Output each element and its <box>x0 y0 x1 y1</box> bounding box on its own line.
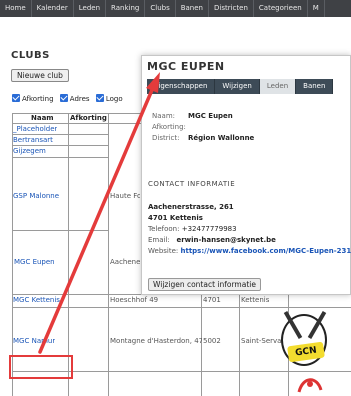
checkbox-icon[interactable] <box>95 94 104 102</box>
club-logo-partial <box>297 378 323 393</box>
highlight-box <box>9 355 73 379</box>
club-address: Aachener <box>110 258 140 266</box>
filter-label: Afkorting <box>22 95 54 103</box>
tab-wijzigen[interactable]: Wijzigen <box>215 79 260 94</box>
filter-label: Adres <box>69 95 90 103</box>
popup-title: MGC EUPEN <box>147 60 225 73</box>
club-postcode: 5002 <box>203 337 221 345</box>
nav-categorieen[interactable]: Categorieen <box>254 0 308 17</box>
contact-section-title: CONTACT INFORMATIE <box>148 180 236 188</box>
column-header-naam[interactable]: Naam <box>31 114 54 122</box>
email-value[interactable]: erwin-hansen@skynet.be <box>176 236 275 244</box>
email-label: Email: <box>148 236 170 244</box>
page-title: CLUBS <box>11 50 50 61</box>
checkbox-icon[interactable] <box>12 94 20 102</box>
club-logo: GCN <box>281 311 327 366</box>
club-link[interactable]: MGC Eupen <box>14 258 55 266</box>
club-link[interactable]: _Placeholder <box>13 125 57 133</box>
club-detail-popup: MGC EUPEN Eigenschappen Wijzigen Leden Bane… <box>141 55 351 295</box>
club-address: Hoeschhof 49 <box>110 296 159 304</box>
nav-banen[interactable]: Banen <box>176 0 209 17</box>
column-header-afkorting[interactable]: Afkorting <box>70 114 107 122</box>
address-line: 4701 Kettenis <box>148 214 203 222</box>
detail-label: Naam: <box>152 112 175 120</box>
club-city: Kettenis <box>241 296 270 304</box>
filter-afkorting[interactable]: Afkorting <box>12 94 54 103</box>
column-filters: Afkorting Adres Logo <box>12 94 127 103</box>
new-club-button[interactable]: Nieuwe club <box>11 69 69 82</box>
club-link[interactable]: Bertransart <box>13 136 53 144</box>
nav-clubs[interactable]: Clubs <box>145 0 176 17</box>
nav-more[interactable]: M <box>308 0 325 17</box>
detail-value: Région Wallonne <box>188 134 255 142</box>
popup-tabs: Eigenschappen Wijzigen Leden Banen <box>147 79 334 94</box>
filter-adres[interactable]: Adres <box>59 94 90 103</box>
logo-lettering: GCN <box>287 341 325 363</box>
phone-value: +32477779983 <box>181 225 237 233</box>
phone-label: Telefoon: <box>148 225 180 233</box>
nav-districten[interactable]: Districten <box>209 0 254 17</box>
address-line: Aachenerstrasse, 261 <box>148 203 234 211</box>
top-navigation: Home Kalender Leden Ranking Clubs Banen Distri… <box>0 0 351 17</box>
club-link[interactable]: MGC Kettenis <box>13 296 60 304</box>
tab-banen[interactable]: Banen <box>296 79 334 94</box>
club-details: Naam: MGC Eupen Afkorting: District: Régio… <box>152 111 254 144</box>
club-link[interactable]: Gijzegem <box>13 147 46 155</box>
nav-home[interactable]: Home <box>0 0 32 17</box>
club-link[interactable]: GSP Malonne <box>13 192 59 200</box>
club-link[interactable]: MGC Namur <box>13 337 55 345</box>
nav-kalender[interactable]: Kalender <box>32 0 74 17</box>
detail-label: Afkorting: <box>152 123 186 131</box>
filter-logo[interactable]: Logo <box>95 94 123 103</box>
detail-value: MGC Eupen <box>188 112 233 120</box>
checkbox-icon[interactable] <box>59 94 68 102</box>
website-label: Website: <box>148 247 179 255</box>
detail-label: District: <box>152 134 180 142</box>
filter-label: Logo <box>105 95 123 103</box>
club-postcode: 4701 <box>203 296 221 304</box>
tab-eigenschappen[interactable]: Eigenschappen <box>147 79 216 94</box>
club-address: Montagne d'Hasterdon, 47 <box>110 337 202 345</box>
nav-ranking[interactable]: Ranking <box>106 0 146 17</box>
website-link[interactable]: https://www.facebook.com/MGC-Eupen-231 <box>181 247 351 255</box>
edit-contact-button[interactable]: Wijzigen contact informatie <box>148 278 261 291</box>
tab-leden[interactable]: Leden <box>259 79 297 94</box>
nav-leden[interactable]: Leden <box>74 0 107 17</box>
contact-info: Aachenerstrasse, 261 4701 Kettenis Telef… <box>148 202 351 257</box>
club-address: Haute Fo <box>110 192 140 200</box>
